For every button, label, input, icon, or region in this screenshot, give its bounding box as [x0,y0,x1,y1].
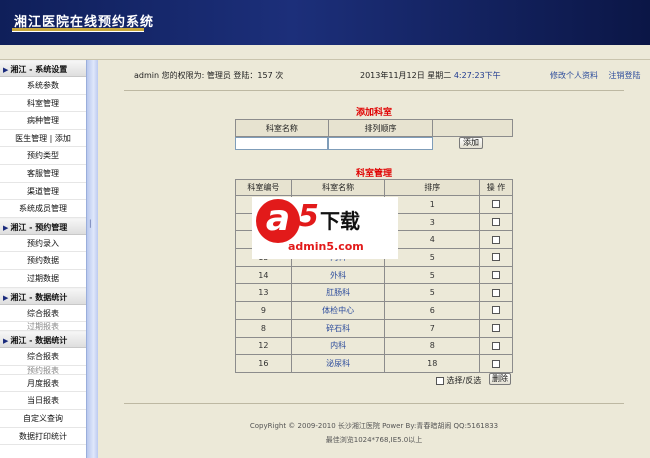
delete-button[interactable]: 删除 [489,373,511,385]
row-checkbox[interactable] [492,288,501,297]
row-checkbox[interactable] [492,306,501,315]
col-dept-name: 科室名称 [235,119,329,137]
sidebar-item-appointment-data[interactable]: 预约数据 [0,252,86,270]
sidebar-item-expired-data[interactable]: 过期数据 [0,270,86,288]
row-checkbox[interactable] [492,253,501,262]
sidebar-item-channel-manage[interactable]: 渠道管理 [0,183,86,201]
sidebar-group-system[interactable]: ▶ 湘江 - 系统设置 [0,60,86,77]
sidebar-item-summary-report[interactable]: 综合报表 [0,305,86,323]
select-all-control: 选择/反选 [436,375,481,386]
logo-url: admin5.com [288,240,364,253]
header-strip [0,45,650,60]
footer-browser-hint: 最佳浏览1024*768,IE5.0以上 [325,436,423,444]
table-row: 8 碎石科 7 [235,318,513,338]
sidebar-group-stats-2[interactable]: ▶ 湘江 - 数据统计 [0,331,86,349]
add-section-title: 添加科室 [355,108,392,118]
edit-profile-link[interactable]: 修改个人资料 [550,71,598,80]
sidebar-item-expired-report[interactable]: 过期报表 [0,322,86,332]
table-row: 9 体检中心 6 [235,301,513,320]
date-text: 2013年11月12日 星期二 [360,71,452,80]
triangle-right-icon: ▶ [3,223,9,232]
time-text: 4:27:23下午 [453,71,501,80]
sidebar-splitter[interactable]: ▏ [86,60,98,458]
sidebar-item-daily-report[interactable]: 当日报表 [0,392,86,410]
sidebar-item-service-manage[interactable]: 客服管理 [0,165,86,183]
col-order: 排序 [384,179,481,196]
logo-text: 下载 [320,209,360,233]
main-content: admin 您的权限为: 管理员 登陆：157 次 2013年11月12日 星期… [98,60,650,458]
dept-name-input[interactable] [235,137,328,150]
manage-section-title: 科室管理 [355,169,392,179]
col-dept-order: 排列顺序 [327,119,434,137]
footer-copyright: CopyRight © 2009-2010 长沙湘江医院 Power By:青春… [249,422,499,430]
sidebar-item-disease-manage[interactable]: 病种管理 [0,112,86,130]
sidebar-item-appointment-type[interactable]: 预约类型 [0,147,86,165]
table-row: 14 外科 5 [235,265,513,285]
sidebar-group-stats[interactable]: ▶ 湘江 - 数据统计 [0,287,86,305]
row-checkbox[interactable] [492,359,501,368]
add-button[interactable]: 添加 [459,137,483,149]
triangle-right-icon: ▶ [3,293,9,302]
col-dept-name: 科室名称 [290,179,386,196]
select-all-checkbox[interactable] [436,376,444,385]
title-underline-light [12,31,144,32]
add-dept-table: 科室名称 排列顺序 [235,119,513,137]
row-checkbox[interactable] [492,341,501,350]
table-row: 16 泌尿科 18 [235,354,513,373]
triangle-right-icon: ▶ [3,337,9,346]
col-dept-id: 科室编号 [235,179,292,196]
grip-icon: ▏ [90,220,96,228]
select-all-label: 选择/反选 [446,376,482,385]
sidebar-item-print-stats[interactable]: 数据打印统计 [0,428,86,446]
dept-order-input[interactable] [328,137,433,150]
sidebar-group-appointment[interactable]: ▶ 湘江 - 预约管理 [0,217,86,235]
triangle-right-icon: ▶ [3,66,9,74]
row-checkbox[interactable] [492,324,501,333]
sidebar-item-system-params[interactable]: 系统参数 [0,77,86,95]
logout-link[interactable]: 注销登陆 [609,71,641,80]
watermark-logo: a 5 下载 admin5.com [252,197,398,259]
sidebar-item-custom-query[interactable]: 自定义查询 [0,410,86,428]
sidebar-item-member-manage[interactable]: 系统成员管理 [0,200,86,218]
logo-letter-a: a [256,199,300,243]
sidebar-item-summary-report-2[interactable]: 综合报表 [0,348,86,366]
sidebar: ▶ 湘江 - 系统设置 系统参数 科室管理 病种管理 医生管理 | 添加 预约类型… [0,60,86,458]
col-action: 操 作 [479,179,513,196]
table-row: 12 内科 8 [235,336,513,356]
top-links: 修改个人资料 注销登陆 [550,70,649,81]
sidebar-item-appointment-report[interactable]: 预约报表 [0,366,86,375]
logo-digit-5: 5 [298,199,319,234]
divider-top [124,90,624,91]
divider-bottom [124,403,624,404]
row-checkbox[interactable] [492,200,501,209]
table-header-row: 科室编号 科室名称 排序 操 作 [235,179,513,196]
app-header: 湘江医院在线预约系统 [0,0,650,45]
row-checkbox[interactable] [492,235,501,244]
sidebar-item-appointment-entry[interactable]: 预约录入 [0,235,86,253]
col-empty [432,119,513,137]
row-checkbox[interactable] [492,218,501,227]
user-info: admin 您的权限为: 管理员 登陆：157 次 [134,71,284,80]
current-date: 2013年11月12日 星期二 4:27:23下午 [360,70,501,81]
sidebar-item-dept-manage[interactable]: 科室管理 [0,95,86,113]
sidebar-item-doctor-manage[interactable]: 医生管理 | 添加 [0,130,86,148]
row-checkbox[interactable] [492,271,501,280]
table-row: 13 肛肠科 5 [235,283,513,303]
sidebar-item-monthly-report[interactable]: 月度报表 [0,375,86,393]
